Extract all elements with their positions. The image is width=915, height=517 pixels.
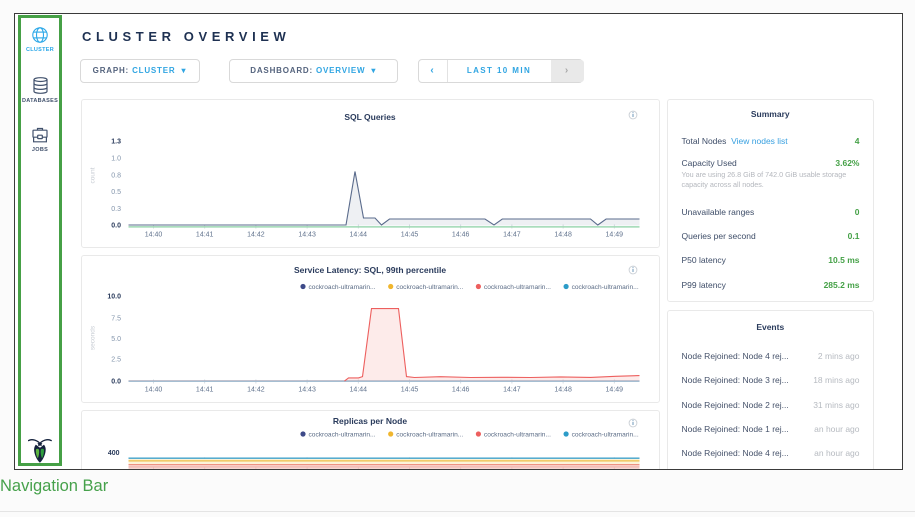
svg-text:14:44: 14:44	[349, 386, 367, 393]
svg-text:14:49: 14:49	[605, 231, 623, 238]
svg-text:14:47: 14:47	[503, 231, 521, 238]
svg-text:14:40: 14:40	[144, 231, 162, 238]
svg-text:14:46: 14:46	[451, 231, 469, 238]
svg-text:cockroach-ultramarin...: cockroach-ultramarin...	[396, 284, 463, 291]
svg-text:cockroach-ultramarin...: cockroach-ultramarin...	[571, 432, 638, 439]
svg-text:7.5: 7.5	[111, 315, 121, 322]
svg-text:cockroach-ultramarin...: cockroach-ultramarin...	[483, 284, 550, 291]
svg-text:cockroach-ultramarin...: cockroach-ultramarin...	[483, 432, 550, 439]
svg-text:cockroach-ultramarin...: cockroach-ultramarin...	[308, 432, 375, 439]
svg-text:400: 400	[107, 450, 119, 457]
svg-text:14:41: 14:41	[195, 386, 213, 393]
svg-text:cockroach-ultramarin...: cockroach-ultramarin...	[396, 432, 463, 439]
svg-text:1.0: 1.0	[111, 155, 121, 162]
svg-text:14:46: 14:46	[451, 386, 469, 393]
svg-text:count: count	[89, 167, 96, 183]
svg-text:Replicas per Node: Replicas per Node	[332, 416, 406, 426]
svg-text:14:49: 14:49	[605, 386, 623, 393]
svg-text:10.0: 10.0	[107, 293, 121, 300]
svg-text:14:48: 14:48	[554, 386, 572, 393]
svg-text:1.3: 1.3	[111, 138, 121, 145]
svg-text:14:44: 14:44	[349, 231, 367, 238]
svg-text:14:43: 14:43	[298, 231, 316, 238]
svg-text:14:45: 14:45	[400, 231, 418, 238]
svg-text:14:45: 14:45	[400, 386, 418, 393]
svg-text:0.8: 0.8	[111, 172, 121, 179]
svg-text:5.0: 5.0	[111, 336, 121, 343]
svg-text:cockroach-ultramarin...: cockroach-ultramarin...	[308, 284, 375, 291]
svg-text:0.0: 0.0	[111, 378, 121, 385]
svg-text:14:41: 14:41	[195, 231, 213, 238]
svg-text:14:42: 14:42	[247, 386, 265, 393]
svg-text:seconds: seconds	[89, 325, 96, 350]
svg-text:14:40: 14:40	[144, 386, 162, 393]
svg-text:Service Latency: SQL, 99th per: Service Latency: SQL, 99th percentile	[293, 265, 445, 275]
svg-text:14:43: 14:43	[298, 386, 316, 393]
svg-text:14:48: 14:48	[554, 231, 572, 238]
svg-text:14:42: 14:42	[247, 231, 265, 238]
svg-text:2.5: 2.5	[111, 356, 121, 363]
svg-text:SQL Queries: SQL Queries	[344, 112, 396, 122]
svg-text:0.5: 0.5	[111, 188, 121, 195]
svg-text:cockroach-ultramarin...: cockroach-ultramarin...	[571, 284, 638, 291]
svg-text:0.3: 0.3	[111, 206, 121, 213]
svg-text:14:47: 14:47	[503, 386, 521, 393]
svg-text:0.0: 0.0	[111, 222, 121, 229]
